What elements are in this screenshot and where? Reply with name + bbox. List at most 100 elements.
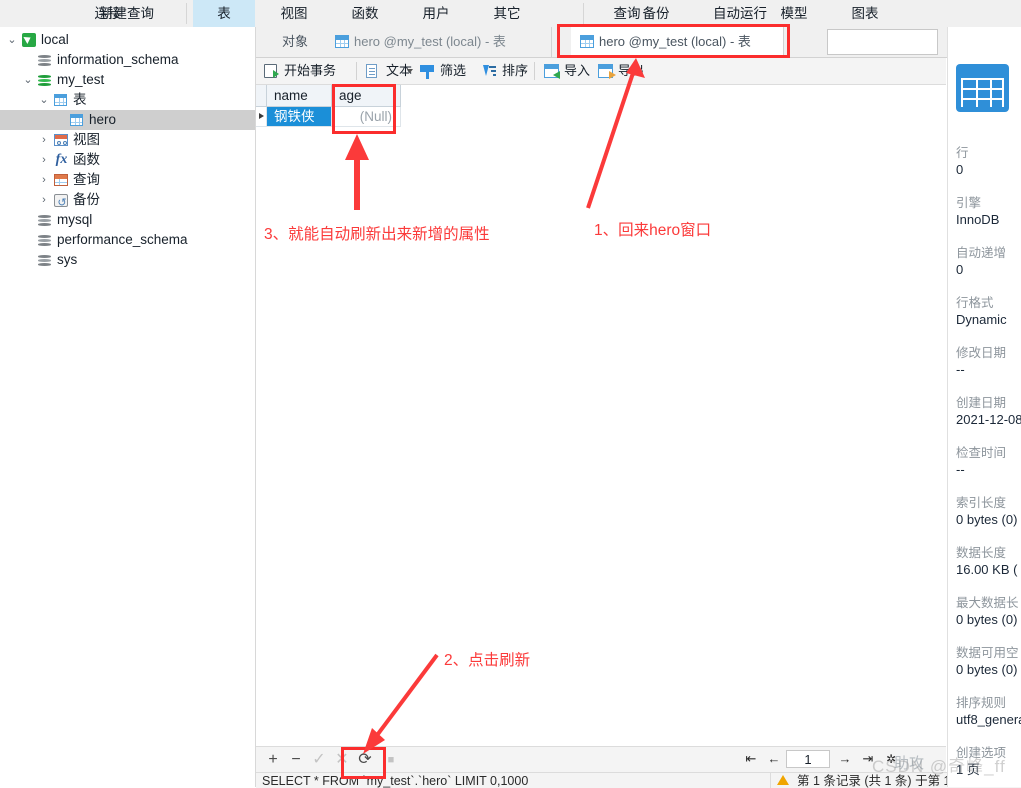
prev-page-button[interactable]: ← bbox=[763, 748, 785, 770]
tree-node-label: local bbox=[41, 32, 69, 47]
chevron-right-icon[interactable]: › bbox=[38, 170, 50, 190]
tree-node-backups[interactable]: › 备份 bbox=[0, 190, 255, 213]
transaction-icon bbox=[264, 64, 279, 78]
main-menubar: 连接 新建查询 表 视图 函数 用户 其它 查询 备份 自动运行 模型 图表 bbox=[0, 0, 1021, 28]
filter-button[interactable]: 筛选 bbox=[418, 58, 466, 84]
tree-node-hero[interactable]: hero bbox=[0, 110, 255, 130]
property-row: 创建选项 1 页 bbox=[956, 745, 1021, 778]
text-view-button[interactable]: 文本 bbox=[364, 58, 412, 84]
property-key: 创建日期 bbox=[956, 396, 1007, 410]
property-row: 数据可用空 0 bytes (0) bbox=[956, 645, 1021, 678]
tree-node-label: 函数 bbox=[73, 152, 100, 167]
begin-transaction-button[interactable]: 开始事务 bbox=[262, 58, 336, 84]
property-key: 行 bbox=[956, 146, 969, 160]
function-icon: fx bbox=[55, 152, 68, 167]
grid-column-header-name[interactable]: name bbox=[267, 85, 332, 107]
view-icon bbox=[52, 130, 69, 150]
property-value: 0 bytes (0) bbox=[956, 662, 1018, 677]
property-row: 排序规则 utf8_genera bbox=[956, 695, 1021, 728]
property-row: 自动递增 0 bbox=[956, 245, 1021, 278]
property-key: 行格式 bbox=[956, 296, 994, 310]
next-page-button[interactable]: → bbox=[834, 748, 856, 770]
grid-cell-name[interactable]: 钢铁侠 bbox=[267, 107, 332, 127]
tree-node-queries[interactable]: › 查询 bbox=[0, 170, 255, 190]
import-button[interactable]: 导入 bbox=[542, 58, 590, 84]
chevron-down-icon[interactable]: ⌄ bbox=[22, 70, 34, 90]
button-label: 导入 bbox=[564, 63, 591, 78]
tree-node-views[interactable]: › 视图 bbox=[0, 130, 255, 150]
tree-node-label: 表 bbox=[73, 92, 87, 107]
first-page-button[interactable]: ⇤ bbox=[740, 748, 762, 770]
menu-item-new-query[interactable]: 新建查询 bbox=[84, 0, 170, 27]
chevron-right-icon[interactable]: › bbox=[38, 130, 50, 150]
menu-item-chart[interactable]: 图表 bbox=[836, 0, 894, 27]
property-row: 检查时间 -- bbox=[956, 445, 1021, 478]
table-edit-icon bbox=[335, 35, 349, 48]
property-key: 修改日期 bbox=[956, 346, 1007, 360]
tab-hero-table-1[interactable]: hero @my_test (local) - 表 bbox=[326, 27, 552, 57]
tree-node-tables-group[interactable]: ⌄ 表 bbox=[0, 90, 255, 110]
property-row: 引擎 InnoDB bbox=[956, 195, 1021, 228]
export-button[interactable]: 导出 bbox=[596, 58, 644, 84]
tree-node-mysql[interactable]: mysql bbox=[0, 210, 255, 230]
database-icon bbox=[36, 210, 53, 230]
menu-item-backup[interactable]: 备份 bbox=[627, 0, 685, 27]
table-properties-pane: 行 0 引擎 InnoDB 自动递增 0 行格式 Dynamic 修改日期 --… bbox=[947, 27, 1021, 787]
property-key: 引擎 bbox=[956, 196, 982, 210]
tree-node-local[interactable]: ⌄ local bbox=[0, 30, 255, 50]
database-icon bbox=[36, 250, 53, 270]
property-value: 0 bbox=[956, 162, 964, 177]
tree-node-label: hero bbox=[89, 112, 117, 127]
tree-node-label: performance_schema bbox=[57, 232, 188, 247]
tree-node-label: sys bbox=[57, 252, 78, 267]
tree-node-functions[interactable]: › fx 函数 bbox=[0, 150, 255, 170]
editor-tabstrip: 对象 hero @my_test (local) - 表 hero @my_te… bbox=[256, 27, 1021, 58]
grid-cell-age[interactable]: (Null) bbox=[332, 107, 401, 127]
database-icon bbox=[36, 230, 53, 250]
tree-node-my-test[interactable]: ⌄ my_test bbox=[0, 70, 255, 90]
tree-node-sys[interactable]: sys bbox=[0, 250, 255, 270]
menu-item-user[interactable]: 用户 bbox=[407, 0, 465, 27]
text-icon bbox=[366, 64, 377, 78]
import-icon bbox=[544, 64, 560, 79]
tree-node-information-schema[interactable]: information_schema bbox=[0, 50, 255, 70]
button-label: 排序 bbox=[502, 63, 529, 78]
property-key: 数据长度 bbox=[956, 546, 1007, 560]
toolbar-separator bbox=[534, 62, 535, 80]
tab-objects[interactable]: 对象 bbox=[264, 27, 327, 57]
chevron-down-icon[interactable] bbox=[407, 69, 413, 73]
last-page-button[interactable]: ⇥ bbox=[857, 748, 879, 770]
menu-item-other[interactable]: 其它 bbox=[478, 0, 536, 27]
menu-item-view[interactable]: 视图 bbox=[265, 0, 323, 27]
property-value: -- bbox=[956, 362, 965, 377]
property-value: -- bbox=[956, 462, 965, 477]
settings-gear-icon[interactable]: ✲ bbox=[880, 748, 902, 770]
navicat-leaf-icon bbox=[20, 30, 37, 50]
tree-node-performance-schema[interactable]: performance_schema bbox=[0, 230, 255, 250]
property-row: 数据长度 16.00 KB ( bbox=[956, 545, 1021, 578]
tab-hero-table-2[interactable]: hero @my_test (local) - 表 bbox=[571, 27, 784, 58]
property-row: 行格式 Dynamic bbox=[956, 295, 1021, 328]
chevron-right-icon[interactable]: › bbox=[38, 190, 50, 210]
property-row: 行 0 bbox=[956, 145, 1021, 178]
property-key: 数据可用空 bbox=[956, 646, 1019, 660]
sort-button[interactable]: 排序 bbox=[480, 58, 528, 84]
chevron-down-icon[interactable]: ⌄ bbox=[38, 90, 50, 110]
grid-column-header-age[interactable]: age bbox=[332, 85, 401, 107]
property-value: 0 bytes (0) bbox=[956, 512, 1018, 527]
menu-item-model[interactable]: 模型 bbox=[765, 0, 823, 27]
sort-icon bbox=[482, 64, 496, 78]
chevron-right-icon[interactable]: › bbox=[38, 150, 50, 170]
property-row: 创建日期 2021-12-08 bbox=[956, 395, 1021, 428]
chevron-down-icon[interactable]: ⌄ bbox=[6, 30, 18, 50]
query-icon bbox=[52, 170, 69, 190]
grid-corner-cell[interactable] bbox=[256, 85, 267, 107]
property-value: Dynamic bbox=[956, 312, 1007, 327]
property-key: 最大数据长 bbox=[956, 596, 1019, 610]
property-row: 索引长度 0 bytes (0) bbox=[956, 495, 1021, 528]
property-value: utf8_genera bbox=[956, 712, 1021, 727]
page-number-input[interactable]: 1 bbox=[786, 750, 830, 768]
tab-empty-slot[interactable] bbox=[827, 29, 938, 55]
menu-item-function[interactable]: 函数 bbox=[336, 0, 394, 27]
menu-item-table[interactable]: 表 bbox=[193, 0, 255, 27]
